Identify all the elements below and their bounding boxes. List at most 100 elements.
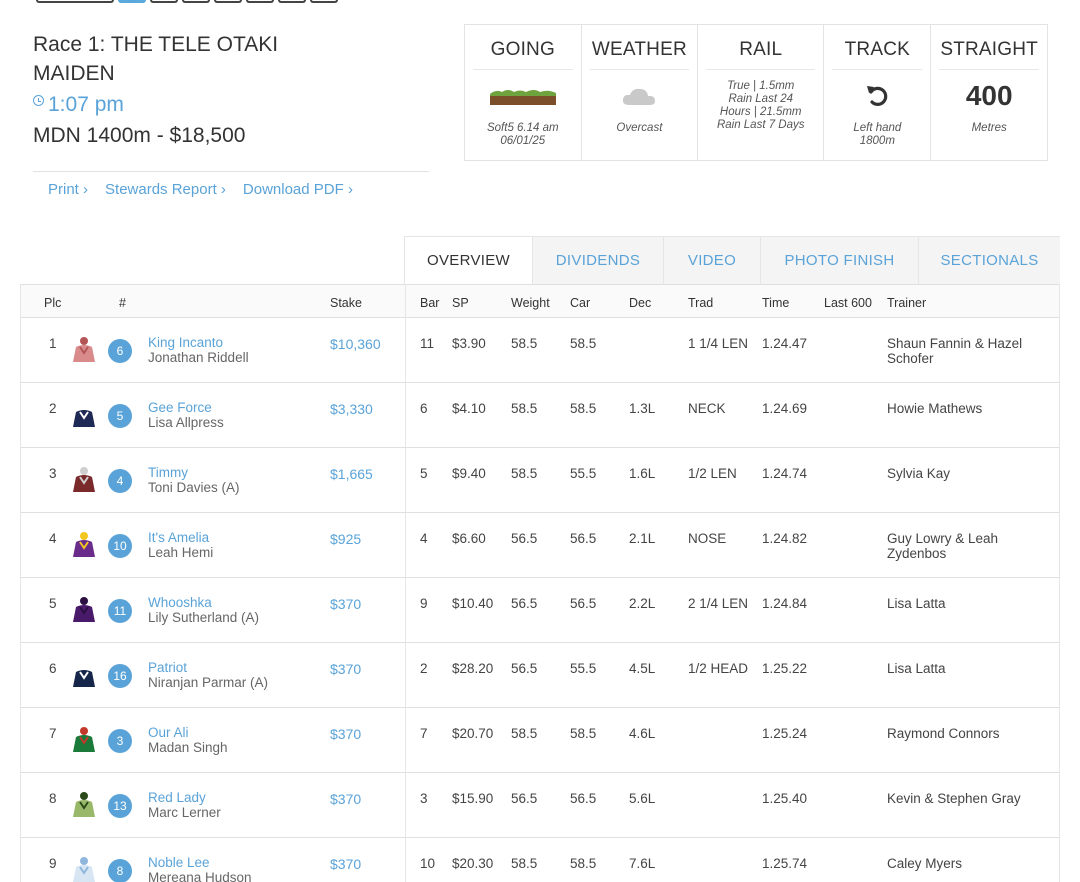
horse-name-link[interactable]: Noble Lee <box>148 855 210 870</box>
starting-price: $28.20 <box>452 661 494 676</box>
top-strip-tab[interactable] <box>310 0 338 3</box>
jockey-name: Jonathan Riddell <box>148 350 249 365</box>
header-weight: Weight <box>511 296 550 310</box>
horse-name-link[interactable]: Timmy <box>148 465 188 480</box>
top-strip-tab[interactable] <box>118 0 146 3</box>
stake-value: $1,665 <box>330 466 373 482</box>
table-row: 6 16 Patriot Niranjan Parmar (A) $370 2 $28.20… <box>21 643 1059 708</box>
tab-overview[interactable]: OVERVIEW <box>404 236 533 284</box>
barrier: 3 <box>420 791 428 806</box>
top-strip-tab[interactable] <box>214 0 242 3</box>
top-strip-tab[interactable] <box>278 0 306 3</box>
column-divider <box>405 318 406 382</box>
going-heading: GOING <box>473 25 573 70</box>
finish-time: 1.25.74 <box>762 856 808 871</box>
header-car: Car <box>570 296 591 310</box>
finish-time: 1.25.24 <box>762 726 808 741</box>
rail-detail-line: Rain Last 7 Days <box>716 119 805 131</box>
traditional-margin: 1 1/4 LEN <box>688 336 749 351</box>
decimal-margin: 2.2L <box>629 596 656 611</box>
horse-name-link[interactable]: Patriot <box>148 660 187 675</box>
weight: 58.5 <box>511 726 538 741</box>
straight-value: 400 <box>965 80 1013 111</box>
top-strip-tab[interactable] <box>182 0 210 3</box>
race-conditions-panel: GOING Soft5 6.14 am 06/01/25 WEATHER Ove… <box>464 24 1048 161</box>
rail-detail: True | 1.5mm Rain Last 24 Hours | 21.5mm… <box>717 80 805 132</box>
starting-price: $10.40 <box>452 596 494 611</box>
tab-video[interactable]: VIDEO <box>664 237 761 284</box>
stewards-report-link[interactable]: Stewards Report › <box>105 181 226 198</box>
turf-icon <box>489 70 556 122</box>
jockey-name: Toni Davies (A) <box>148 480 240 495</box>
print-link[interactable]: Print › <box>48 181 88 198</box>
weather-heading: WEATHER <box>589 25 690 70</box>
race-class-info: MDN 1400m - $18,500 <box>33 124 246 147</box>
table-row: 5 11 Whooshka Lily Sutherland (A) $370 9 $10.4… <box>21 578 1059 643</box>
weather-detail: Overcast <box>616 122 663 134</box>
decimal-margin: 1.6L <box>629 466 656 481</box>
cloud-icon <box>621 70 657 122</box>
horse-name-link[interactable]: Gee Force <box>148 400 212 415</box>
jockey-silks-icon <box>73 402 95 427</box>
carried-weight: 56.5 <box>570 596 597 611</box>
stake-value: $10,360 <box>330 336 381 352</box>
traditional-margin: 2 1/4 LEN <box>688 596 749 611</box>
carried-weight: 58.5 <box>570 726 597 741</box>
table-row: 8 13 Red Lady Marc Lerner $370 3 $15.90 56.5 56.… <box>21 773 1059 838</box>
tab-sectionals[interactable]: SECTIONALS <box>919 237 1060 284</box>
weight: 58.5 <box>511 336 538 351</box>
table-row: 7 3 Our Ali Madan Singh $370 7 $20.70 58.5 58.5 4… <box>21 708 1059 773</box>
header-sp: SP <box>452 296 469 310</box>
finish-time: 1.24.82 <box>762 531 808 546</box>
horse-name-link[interactable]: Red Lady <box>148 790 206 805</box>
race-time: 1:07 pm <box>33 93 124 117</box>
carried-weight: 56.5 <box>570 791 597 806</box>
horse-name-link[interactable]: Our Ali <box>148 725 189 740</box>
top-strip-tab[interactable] <box>246 0 274 3</box>
finish-time: 1.24.74 <box>762 466 808 481</box>
header-bar: Bar <box>420 296 440 310</box>
weather-column: WEATHER Overcast <box>582 25 699 160</box>
saddlecloth-number-badge: 10 <box>108 534 132 558</box>
weight: 56.5 <box>511 531 538 546</box>
saddlecloth-number-badge: 5 <box>108 404 132 428</box>
horse-name-link[interactable]: It's Amelia <box>148 530 209 545</box>
top-strip-tab[interactable] <box>36 0 114 3</box>
table-row: 4 10 It's Amelia Leah Hemi $925 4 $6.60 56.5 56.… <box>21 513 1059 578</box>
jockey-silks-icon <box>73 857 95 882</box>
race-title: Race 1: THE TELE OTAKI MAIDEN <box>33 33 279 85</box>
rail-detail-line: Rain Last 24 <box>728 93 794 105</box>
starting-price: $3.90 <box>452 336 486 351</box>
barrier: 4 <box>420 531 428 546</box>
download-pdf-link[interactable]: Download PDF › <box>243 181 353 198</box>
carried-weight: 56.5 <box>570 531 597 546</box>
decimal-margin: 4.5L <box>629 661 656 676</box>
rail-column: RAIL True | 1.5mm Rain Last 24 Hours | 2… <box>698 25 825 160</box>
header-last-600: Last 600 <box>824 296 872 310</box>
column-divider <box>405 838 406 882</box>
jockey-name: Leah Hemi <box>148 545 214 560</box>
tab-dividends[interactable]: DIVIDENDS <box>533 237 664 284</box>
traditional-margin: NOSE <box>688 531 727 546</box>
weight: 56.5 <box>511 596 538 611</box>
traditional-margin: NECK <box>688 401 726 416</box>
horse-name-link[interactable]: Whooshka <box>148 595 212 610</box>
place: 9 <box>49 856 57 871</box>
place: 7 <box>49 726 57 741</box>
header-number: # <box>119 296 126 310</box>
horse-name-link[interactable]: King Incanto <box>148 335 223 350</box>
jockey-silks-icon <box>73 532 95 557</box>
jockey-silks-icon <box>73 662 95 687</box>
carried-weight: 55.5 <box>570 661 597 676</box>
divider <box>33 171 429 172</box>
top-pagination-strip <box>36 0 338 3</box>
traditional-margin: 1/2 HEAD <box>688 661 749 676</box>
table-row: 2 5 Gee Force Lisa Allpress $3,330 6 $4.10 58.5… <box>21 383 1059 448</box>
going-detail-2: 06/01/25 <box>500 135 546 147</box>
starting-price: $6.60 <box>452 531 486 546</box>
carried-weight: 55.5 <box>570 466 597 481</box>
weight: 58.5 <box>511 856 538 871</box>
tab-photo-finish[interactable]: PHOTO FINISH <box>761 237 919 284</box>
finish-time: 1.25.22 <box>762 661 808 676</box>
top-strip-tab[interactable] <box>150 0 178 3</box>
